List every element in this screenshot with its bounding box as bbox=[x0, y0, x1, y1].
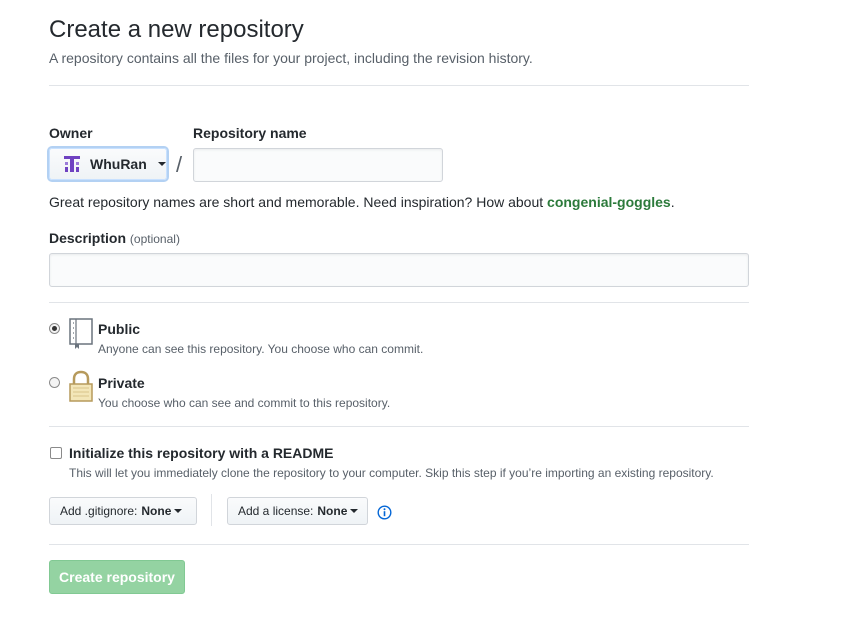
description-label: Description (optional) bbox=[49, 229, 180, 248]
license-select-button[interactable]: Add a license: None bbox=[227, 497, 368, 525]
optional-label: (optional) bbox=[129, 232, 180, 246]
section-divider bbox=[49, 426, 749, 427]
hint-suffix: . bbox=[670, 194, 675, 210]
public-option-label[interactable]: Public bbox=[98, 321, 140, 337]
hint-text: Great repository names are short and mem… bbox=[49, 194, 548, 210]
gitignore-value: None bbox=[141, 504, 172, 518]
name-suggestion-link[interactable]: congenial-goggles bbox=[547, 194, 671, 210]
owner-avatar-icon bbox=[62, 154, 82, 174]
private-radio[interactable] bbox=[49, 377, 60, 388]
chevron-down-icon bbox=[350, 509, 359, 513]
repository-name-label: Repository name bbox=[193, 125, 307, 141]
create-repository-button[interactable]: Create repository bbox=[49, 560, 185, 594]
page-subtitle: A repository contains all the files for … bbox=[49, 50, 533, 66]
private-option-description: You choose who can see and commit to thi… bbox=[98, 396, 391, 410]
license-label: Add a license: bbox=[238, 504, 314, 518]
page-title: Create a new repository bbox=[49, 16, 304, 43]
public-radio[interactable] bbox=[49, 323, 60, 334]
select-divider bbox=[211, 494, 212, 526]
readme-checkbox[interactable] bbox=[50, 447, 62, 459]
chevron-down-icon bbox=[174, 509, 183, 513]
public-option-description: Anyone can see this repository. You choo… bbox=[98, 342, 424, 356]
owner-repo-separator: / bbox=[176, 152, 183, 177]
private-option-label[interactable]: Private bbox=[98, 375, 145, 391]
gitignore-label: Add .gitignore: bbox=[60, 504, 138, 518]
owner-select-button[interactable]: WhuRan bbox=[49, 148, 167, 180]
chevron-down-icon bbox=[157, 162, 166, 166]
license-value: None bbox=[317, 504, 348, 518]
owner-name: WhuRan bbox=[90, 156, 147, 172]
lock-icon bbox=[68, 370, 94, 402]
header-divider bbox=[49, 85, 749, 86]
readme-label[interactable]: Initialize this repository with a README bbox=[69, 445, 333, 461]
readme-description: This will let you immediately clone the … bbox=[69, 466, 714, 480]
gitignore-select-button[interactable]: Add .gitignore: None bbox=[49, 497, 197, 525]
section-divider bbox=[49, 544, 749, 545]
description-input[interactable] bbox=[49, 253, 749, 287]
description-label-text: Description bbox=[49, 230, 127, 246]
repo-book-icon bbox=[68, 318, 94, 350]
info-icon[interactable] bbox=[377, 505, 392, 520]
owner-label: Owner bbox=[49, 125, 93, 141]
repository-name-input[interactable] bbox=[193, 148, 443, 182]
section-divider bbox=[49, 302, 749, 303]
repository-name-hint: Great repository names are short and mem… bbox=[49, 193, 675, 211]
